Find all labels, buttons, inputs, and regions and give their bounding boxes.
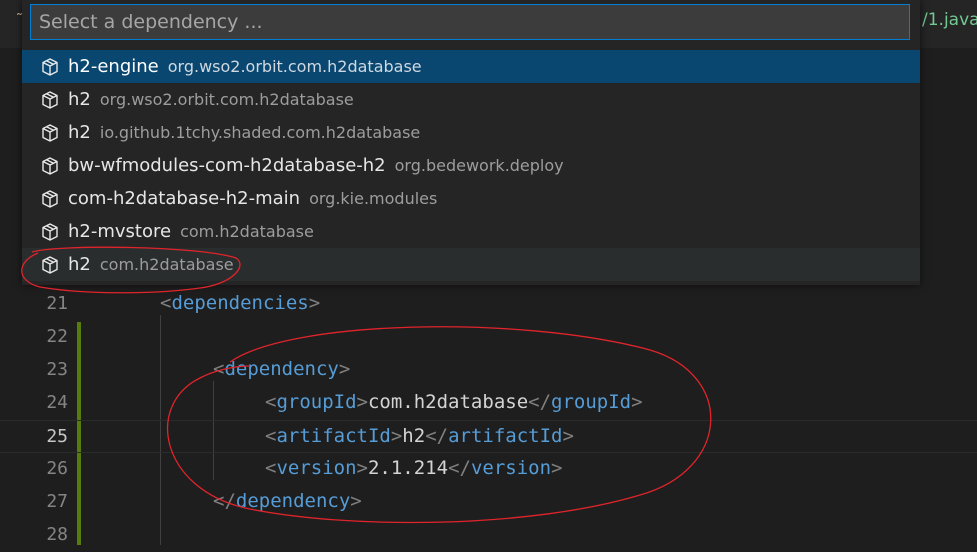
xml-tag: groupId xyxy=(551,391,632,413)
dependency-option[interactable]: com-h2database-h2-main org.kie.modules xyxy=(22,182,920,215)
xml-tag: version xyxy=(276,457,357,479)
package-icon xyxy=(42,57,58,76)
xml-tag: dependency xyxy=(235,490,351,512)
dependency-group: org.wso2.orbit.com.h2database xyxy=(167,57,422,76)
package-icon xyxy=(42,189,58,208)
line-number: 22 xyxy=(46,326,68,347)
xml-text: 2.1.214 xyxy=(367,457,449,479)
dependency-list: h2-engine org.wso2.orbit.com.h2database … xyxy=(22,50,920,281)
code-line: 26 <version>2.1.214</version> xyxy=(0,453,977,486)
dependency-quick-pick: h2-engine org.wso2.orbit.com.h2database … xyxy=(22,0,920,285)
package-icon xyxy=(42,255,58,274)
code-line: 28 xyxy=(0,519,977,552)
code-dependency-close: </dependency> xyxy=(213,490,362,512)
dependency-group: io.github.1tchy.shaded.com.h2database xyxy=(99,123,421,142)
code-line: 22 xyxy=(0,321,977,354)
dependency-artifact: com-h2database-h2-main xyxy=(68,188,301,209)
code-groupid: <groupId>com.h2database</groupId> xyxy=(265,391,643,413)
dependency-option[interactable]: h2-mvstore com.h2database xyxy=(22,215,920,248)
code-editor[interactable]: 21 <dependencies> 22 23 <dependency> 24 … xyxy=(0,282,977,545)
package-icon xyxy=(42,123,58,142)
xml-text: com.h2database xyxy=(367,391,529,413)
dependency-option[interactable]: h2 org.wso2.orbit.com.h2database xyxy=(22,83,920,116)
editor-tab-filename[interactable]: /1.java xyxy=(922,10,977,30)
dependency-option[interactable]: h2 com.h2database xyxy=(22,248,920,281)
dependency-group: org.wso2.orbit.com.h2database xyxy=(99,90,354,109)
xml-tag: artifactId xyxy=(276,425,391,447)
line-number: 27 xyxy=(46,491,68,512)
code-dependency-open: <dependency> xyxy=(213,358,351,380)
xml-tag: dependencies xyxy=(171,292,309,314)
code-line: 24 <groupId>com.h2database</groupId> xyxy=(0,387,977,420)
dependency-artifact: h2 xyxy=(68,89,91,110)
dependency-artifact: bw-wfmodules-com-h2database-h2 xyxy=(68,155,386,176)
code-line: 23 <dependency> xyxy=(0,354,977,387)
line-number: 26 xyxy=(46,458,68,479)
dependency-option[interactable]: h2 io.github.1tchy.shaded.com.h2database xyxy=(22,116,920,149)
dependency-group: com.h2database xyxy=(180,222,314,241)
dependency-artifact: h2-mvstore xyxy=(68,221,172,242)
xml-tag: version xyxy=(470,457,552,479)
code-line-current: 25 <artifactId>h2</artifactId> xyxy=(0,420,977,453)
xml-tag: groupId xyxy=(276,391,357,413)
line-number: 23 xyxy=(46,359,68,380)
code-version: <version>2.1.214</version> xyxy=(265,457,563,479)
line-number: 25 xyxy=(46,426,68,447)
dependency-group: com.h2database xyxy=(99,255,234,274)
package-icon xyxy=(42,90,58,109)
dependency-search-input[interactable] xyxy=(30,4,910,40)
dependency-artifact: h2 xyxy=(68,254,91,275)
dependency-option[interactable]: bw-wfmodules-com-h2database-h2 org.bedew… xyxy=(22,149,920,182)
dependency-option[interactable]: h2-engine org.wso2.orbit.com.h2database xyxy=(22,50,920,83)
package-icon xyxy=(42,222,58,241)
code-artifactid: <artifactId>h2</artifactId> xyxy=(265,425,574,447)
package-icon xyxy=(42,156,58,175)
xml-text: h2 xyxy=(402,425,426,447)
xml-tag: artifactId xyxy=(448,425,563,447)
line-number: 21 xyxy=(46,293,68,314)
code-line: 27 </dependency> xyxy=(0,486,977,519)
dependency-group: org.kie.modules xyxy=(309,189,438,208)
code-line: 21 <dependencies> xyxy=(0,288,977,321)
dependency-artifact: h2 xyxy=(68,122,91,143)
xml-tag: dependency xyxy=(224,358,339,380)
line-number: 24 xyxy=(46,392,68,413)
code-dependencies-open: <dependencies> xyxy=(160,292,321,314)
dependency-group: org.bedework.deploy xyxy=(394,156,564,175)
dependency-artifact: h2-engine xyxy=(68,56,159,77)
line-number: 28 xyxy=(46,524,68,545)
